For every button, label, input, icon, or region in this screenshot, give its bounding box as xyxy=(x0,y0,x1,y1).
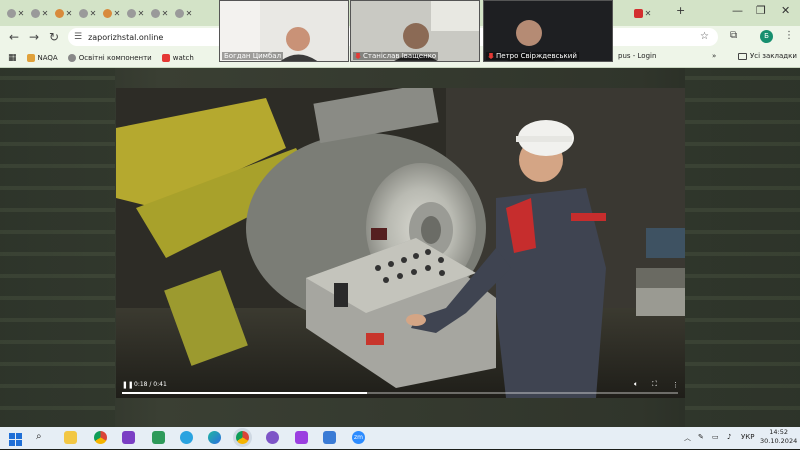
globe-icon xyxy=(150,8,160,18)
all-bookmarks[interactable]: Усі закладки xyxy=(738,52,797,60)
browser-tab-active[interactable]: ✕ xyxy=(631,3,654,23)
edge-icon[interactable] xyxy=(208,431,221,444)
windows-taskbar xyxy=(0,427,800,449)
reload-button[interactable]: ↻ xyxy=(44,30,64,44)
clock-time: 14:52 xyxy=(769,428,788,436)
close-icon[interactable]: ✕ xyxy=(138,9,145,18)
browser-tab[interactable]: ✕ xyxy=(4,3,27,23)
close-icon[interactable]: ✕ xyxy=(114,9,121,18)
close-icon[interactable]: ✕ xyxy=(18,9,25,18)
close-icon[interactable]: ✕ xyxy=(90,9,97,18)
video-progress-bar[interactable] xyxy=(122,392,678,394)
profile-avatar[interactable]: Б xyxy=(760,30,773,43)
language-indicator[interactable]: УКР xyxy=(741,433,754,441)
bookmark-star-icon[interactable]: ☆ xyxy=(700,31,709,42)
globe-icon xyxy=(6,8,16,18)
globe-icon xyxy=(30,8,40,18)
naqa-icon xyxy=(26,53,35,62)
volume-icon[interactable]: 🔈︎ xyxy=(634,380,638,389)
bookmark-watch[interactable]: watch xyxy=(161,53,194,62)
viber-icon[interactable] xyxy=(266,431,279,444)
video-progress-fill xyxy=(122,392,367,394)
back-button[interactable]: ← xyxy=(4,30,24,44)
video-time: 0:18 / 0:41 xyxy=(134,381,167,388)
background-left xyxy=(0,68,115,428)
downloads-icon[interactable] xyxy=(152,431,165,444)
zoom-icon[interactable]: zm xyxy=(352,431,365,444)
browser-tab[interactable]: ✕ xyxy=(100,3,123,23)
close-icon[interactable]: ✕ xyxy=(186,9,193,18)
fullscreen-icon[interactable]: ⛶ xyxy=(652,380,657,389)
browser-tab[interactable]: ✕ xyxy=(76,3,99,23)
new-tab-button[interactable]: + xyxy=(676,4,685,17)
close-icon[interactable]: ✕ xyxy=(645,9,652,18)
docs-icon[interactable] xyxy=(323,431,336,444)
participant-name: Станіслав Іващенко xyxy=(353,52,439,60)
forward-button[interactable]: → xyxy=(24,30,44,44)
globe-icon xyxy=(78,8,88,18)
browser-tab[interactable]: ✕ xyxy=(148,3,171,23)
video-player[interactable]: ❚❚ 0:18 / 0:41 🔈︎ ⛶ ⋮ xyxy=(116,88,685,398)
purple-app-icon[interactable] xyxy=(295,431,308,444)
participant-tile[interactable]: Станіслав Іващенко xyxy=(350,0,480,62)
url-text: zaporizhstal.online xyxy=(88,32,164,42)
volume-icon[interactable]: ♪ xyxy=(727,433,731,441)
more-options-icon[interactable]: ⋮ xyxy=(672,381,679,389)
video-frame xyxy=(116,88,685,398)
page-content: ❚❚ 0:18 / 0:41 🔈︎ ⛶ ⋮ xyxy=(0,68,800,428)
globe-icon xyxy=(54,8,64,18)
minimize-button[interactable]: — xyxy=(732,4,743,17)
folder-icon xyxy=(738,52,747,60)
clock[interactable]: 14:52 30.10.2024 xyxy=(760,428,797,446)
apps-grid-icon[interactable]: ▦ xyxy=(8,53,17,63)
bookmarks-more-button[interactable]: » xyxy=(712,52,716,60)
browser-tab[interactable]: ✕ xyxy=(28,3,51,23)
tray-chevron-icon[interactable]: ︿ xyxy=(684,433,691,443)
chrome-active-icon[interactable] xyxy=(236,431,249,444)
globe-icon xyxy=(126,8,136,18)
globe-icon xyxy=(67,53,76,62)
close-icon[interactable]: ✕ xyxy=(66,9,73,18)
pause-icon[interactable]: ❚❚ xyxy=(122,381,134,389)
youtube-icon xyxy=(161,53,170,62)
zs-icon xyxy=(633,8,643,18)
video-controls: ❚❚ 0:18 / 0:41 🔈︎ ⛶ ⋮ xyxy=(116,372,685,398)
participant-tile[interactable]: Петро Свірждевський xyxy=(483,0,613,62)
battery-icon: ▭ xyxy=(712,433,719,441)
bookmark-naqa[interactable]: NAQA xyxy=(26,53,58,62)
participant-name: Петро Свірждевський xyxy=(486,52,579,60)
menu-icon[interactable]: ⋮ xyxy=(784,30,794,41)
bookmark-hidden[interactable]: pus - Login xyxy=(618,52,656,60)
participant-tile[interactable]: Богдан Цимбал xyxy=(219,0,349,62)
pen-icon[interactable]: ✎ xyxy=(698,433,704,441)
search-icon[interactable]: ⌕ xyxy=(36,431,49,444)
windows-start-icon[interactable] xyxy=(9,431,22,446)
close-window-button[interactable]: ✕ xyxy=(781,4,790,17)
globe-icon xyxy=(102,8,112,18)
media-icon[interactable] xyxy=(122,431,135,444)
participant-name: Богдан Цимбал xyxy=(222,52,284,60)
site-info-icon[interactable]: ☰ xyxy=(74,32,82,42)
telegram-icon[interactable] xyxy=(180,431,193,444)
background-right xyxy=(685,68,800,428)
globe-icon xyxy=(174,8,184,18)
browser-tab[interactable]: ✕ xyxy=(52,3,75,23)
clock-date: 30.10.2024 xyxy=(760,437,798,445)
mic-off-icon xyxy=(355,53,361,59)
bookmark-components[interactable]: Освітні компоненти xyxy=(67,53,152,62)
browser-tab[interactable]: ✕ xyxy=(124,3,147,23)
file-explorer-icon[interactable] xyxy=(64,431,77,444)
chrome-icon[interactable] xyxy=(94,431,107,444)
browser-tab[interactable]: ✕ xyxy=(172,3,195,23)
extensions-icon[interactable]: ⧉ xyxy=(730,30,737,41)
maximize-button[interactable]: ❐ xyxy=(756,4,766,17)
mic-off-icon xyxy=(488,53,494,59)
close-icon[interactable]: ✕ xyxy=(162,9,169,18)
close-icon[interactable]: ✕ xyxy=(42,9,49,18)
